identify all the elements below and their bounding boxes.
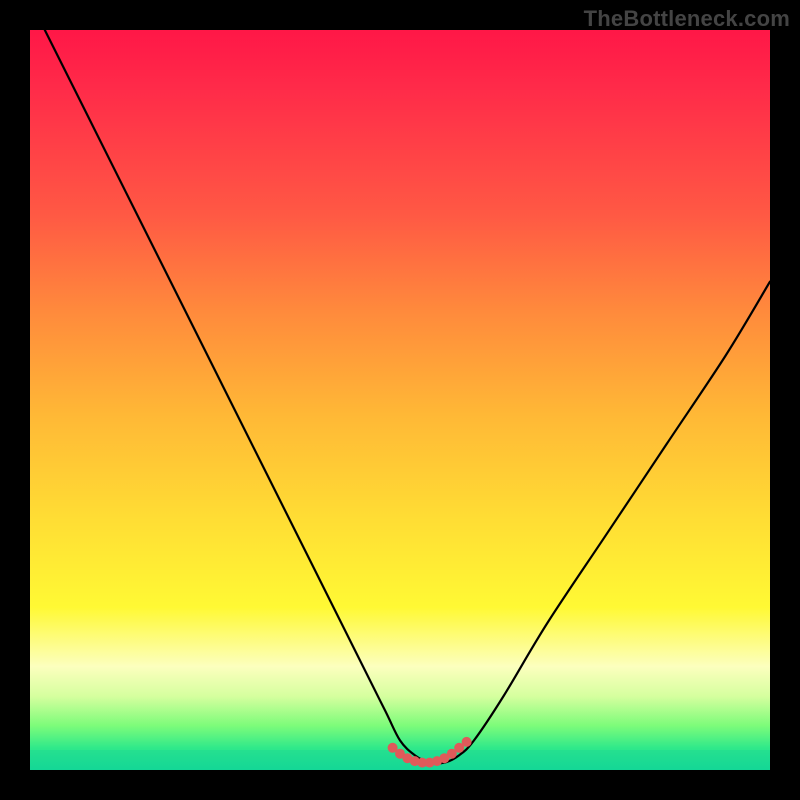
plot-area <box>30 30 770 770</box>
curve-layer <box>30 30 770 770</box>
watermark-text: TheBottleneck.com <box>584 6 790 32</box>
chart-frame: TheBottleneck.com <box>0 0 800 800</box>
valley-marker-dot <box>462 737 472 747</box>
bottleneck-curve <box>45 30 770 764</box>
